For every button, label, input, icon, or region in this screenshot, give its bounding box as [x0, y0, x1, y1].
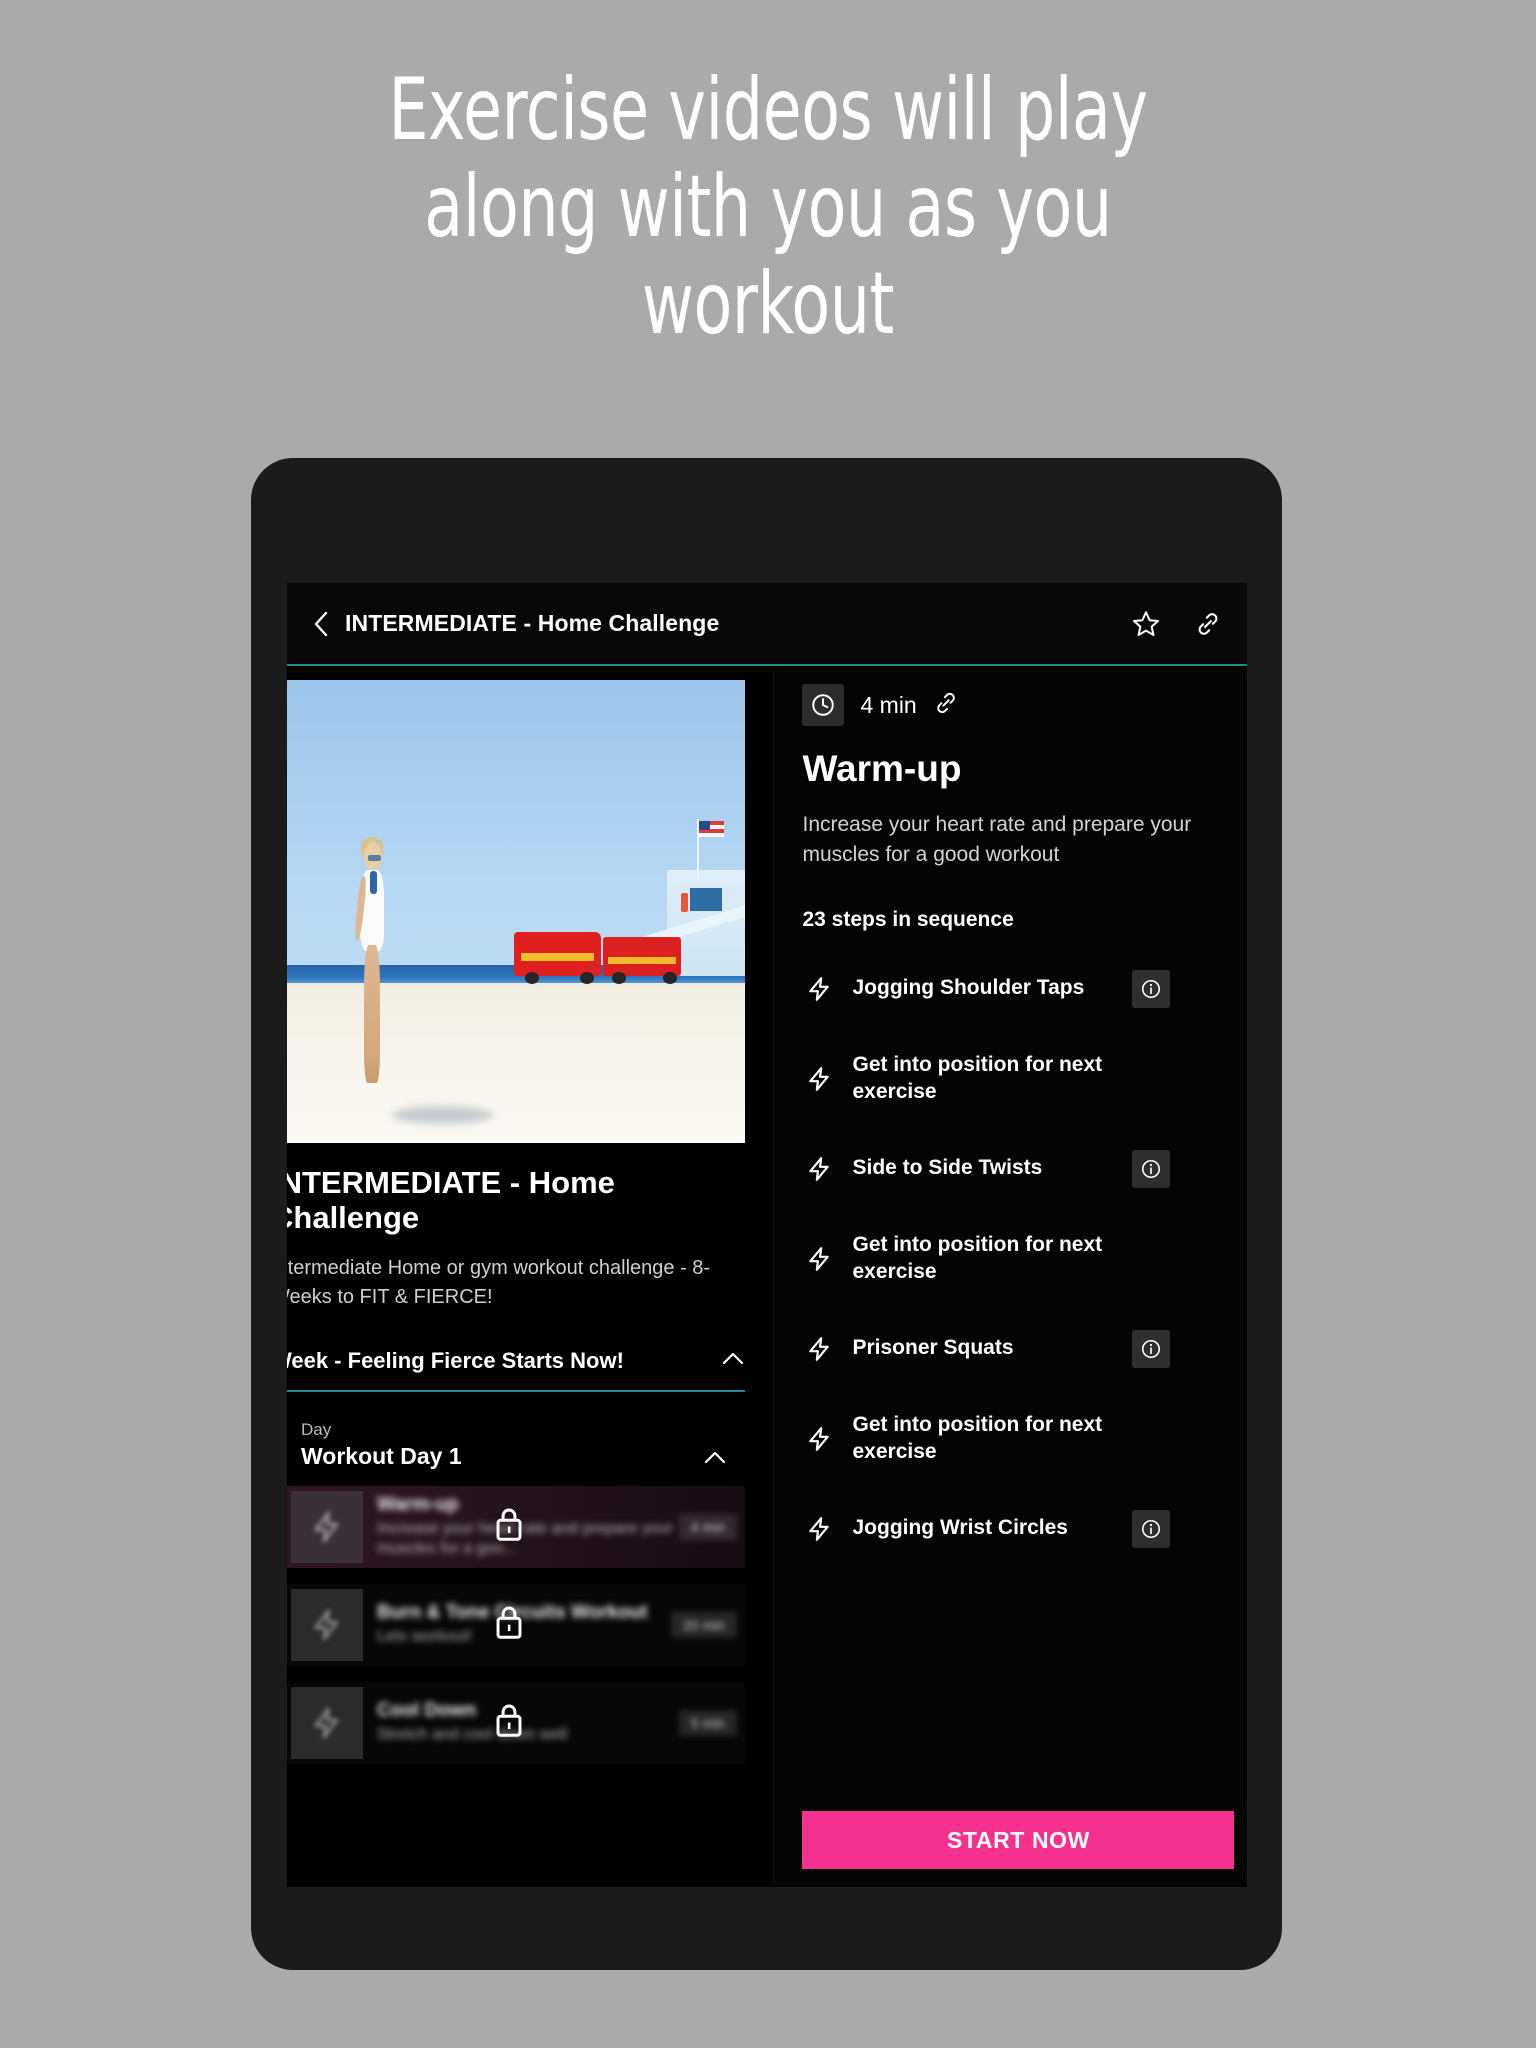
step-label: Jogging Shoulder Taps: [852, 976, 1085, 1000]
swimsuit-strap: [370, 871, 377, 894]
card-subtitle: Increase your heart rate and prepare you…: [377, 1520, 674, 1558]
workout-meta: 4 min: [802, 684, 1221, 726]
start-now-button[interactable]: START NOW: [802, 1811, 1235, 1869]
duration-badge: 4 min: [678, 1513, 737, 1540]
step-label: Get into position for next exercise: [852, 1052, 1103, 1103]
usa-flag-icon: [699, 821, 725, 837]
sunglasses: [368, 854, 382, 862]
clock-icon: [802, 684, 845, 726]
promo-headline: Exercise videos will play along with you…: [388, 60, 1148, 355]
bolt-icon: [802, 1066, 836, 1092]
link-icon[interactable]: [933, 690, 959, 721]
step-label: Side to Side Twists: [852, 1156, 1043, 1180]
tower-window: [690, 888, 723, 912]
step-label: Get into position for next exercise: [852, 1232, 1103, 1283]
app-bar-actions: [1129, 607, 1225, 641]
workout-description: Increase your heart rate and prepare you…: [802, 813, 1192, 866]
list-item[interactable]: Prisoner Squats: [802, 1316, 1221, 1382]
app-bar: INTERMEDIATE - Home Challenge: [287, 583, 1247, 666]
hero-image: [287, 680, 745, 1143]
step-label: Get into position for next exercise: [852, 1412, 1103, 1463]
bolt-icon: [802, 1246, 836, 1272]
chevron-left-icon[interactable]: [307, 610, 335, 638]
lifeguard-truck: [513, 932, 601, 977]
content-split: INTERMEDIATE - Home Challenge Intermedia…: [287, 666, 1247, 1885]
link-icon[interactable]: [1191, 607, 1225, 641]
person-figure: [353, 837, 390, 1087]
day-title: Workout Day 1: [301, 1442, 462, 1469]
left-detail-pane: INTERMEDIATE - Home Challenge Intermedia…: [287, 666, 774, 1885]
wheel: [612, 971, 627, 984]
bolt-icon: [291, 1490, 363, 1563]
card-title: Warm-up: [377, 1494, 459, 1516]
device-screen: INTERMEDIATE - Home Challenge INTERMEDIA…: [287, 583, 1247, 1887]
wheel: [662, 971, 677, 984]
card-title: Cool Down: [377, 1700, 477, 1722]
lock-icon: [492, 1603, 526, 1646]
bolt-icon: [802, 1336, 836, 1362]
page-title: INTERMEDIATE - Home Challenge: [345, 610, 720, 636]
list-item[interactable]: Get into position for next exercise: [802, 1406, 1221, 1472]
list-item[interactable]: Burn & Tone Circuits Workout Lets workou…: [287, 1583, 745, 1666]
bolt-icon: [802, 1426, 836, 1452]
info-icon[interactable]: [1132, 1509, 1171, 1548]
workout-title: Warm-up: [802, 748, 962, 789]
program-description: Intermediate Home or gym workout challen…: [287, 1256, 711, 1308]
info-icon[interactable]: [1132, 1149, 1171, 1188]
step-label: Prisoner Squats: [852, 1336, 1014, 1360]
list-item[interactable]: Get into position for next exercise: [802, 1226, 1221, 1292]
wheel: [580, 971, 595, 984]
list-item[interactable]: Jogging Shoulder Taps: [802, 956, 1221, 1022]
info-icon[interactable]: [1132, 1329, 1171, 1368]
list-item[interactable]: Cool Down Stretch and cool down well 5 m…: [287, 1681, 745, 1764]
chevron-up-icon[interactable]: [721, 1351, 745, 1371]
duration-badge: 20 min: [670, 1611, 737, 1638]
list-item[interactable]: Jogging Wrist Circles: [802, 1496, 1221, 1562]
list-item[interactable]: Get into position for next exercise: [802, 1046, 1221, 1112]
day-caption: Day: [301, 1419, 332, 1439]
duration-badge: 5 min: [678, 1709, 737, 1736]
card-subtitle: Stretch and cool down well: [377, 1726, 568, 1744]
program-title: INTERMEDIATE - Home Challenge: [287, 1165, 615, 1236]
duration-label: 4 min: [860, 691, 917, 718]
right-detail-pane: 4 min Warm-up Increase your heart rate a…: [773, 666, 1247, 1885]
info-icon[interactable]: [1132, 969, 1171, 1008]
chevron-up-icon[interactable]: [703, 1450, 727, 1470]
bolt-icon: [291, 1686, 363, 1759]
legs: [363, 945, 380, 1083]
list-item-text: Warm-up Increase your heart rate and pre…: [377, 1494, 679, 1559]
week-section-header[interactable]: Week - Feeling Fierce Starts Now!: [287, 1348, 745, 1392]
buoy: [680, 892, 689, 913]
lifeguard-truck: [603, 936, 681, 977]
bolt-icon: [802, 976, 836, 1002]
wheel: [525, 971, 540, 984]
step-label: Jogging Wrist Circles: [852, 1516, 1068, 1540]
bolt-icon: [291, 1588, 363, 1661]
star-outline-icon[interactable]: [1129, 607, 1163, 641]
bolt-icon: [802, 1156, 836, 1182]
lock-icon: [492, 1701, 526, 1744]
list-item[interactable]: Warm-up Increase your heart rate and pre…: [287, 1485, 745, 1568]
steps-count-label: 23 steps in sequence: [802, 907, 1014, 931]
bolt-icon: [802, 1516, 836, 1542]
list-item[interactable]: Side to Side Twists: [802, 1136, 1221, 1202]
lock-icon: [492, 1505, 526, 1548]
week-label: Week - Feeling Fierce Starts Now!: [287, 1347, 624, 1373]
day-section-header[interactable]: Day Workout Day 1: [287, 1420, 745, 1470]
list-item-text: Cool Down Stretch and cool down well: [377, 1700, 679, 1745]
